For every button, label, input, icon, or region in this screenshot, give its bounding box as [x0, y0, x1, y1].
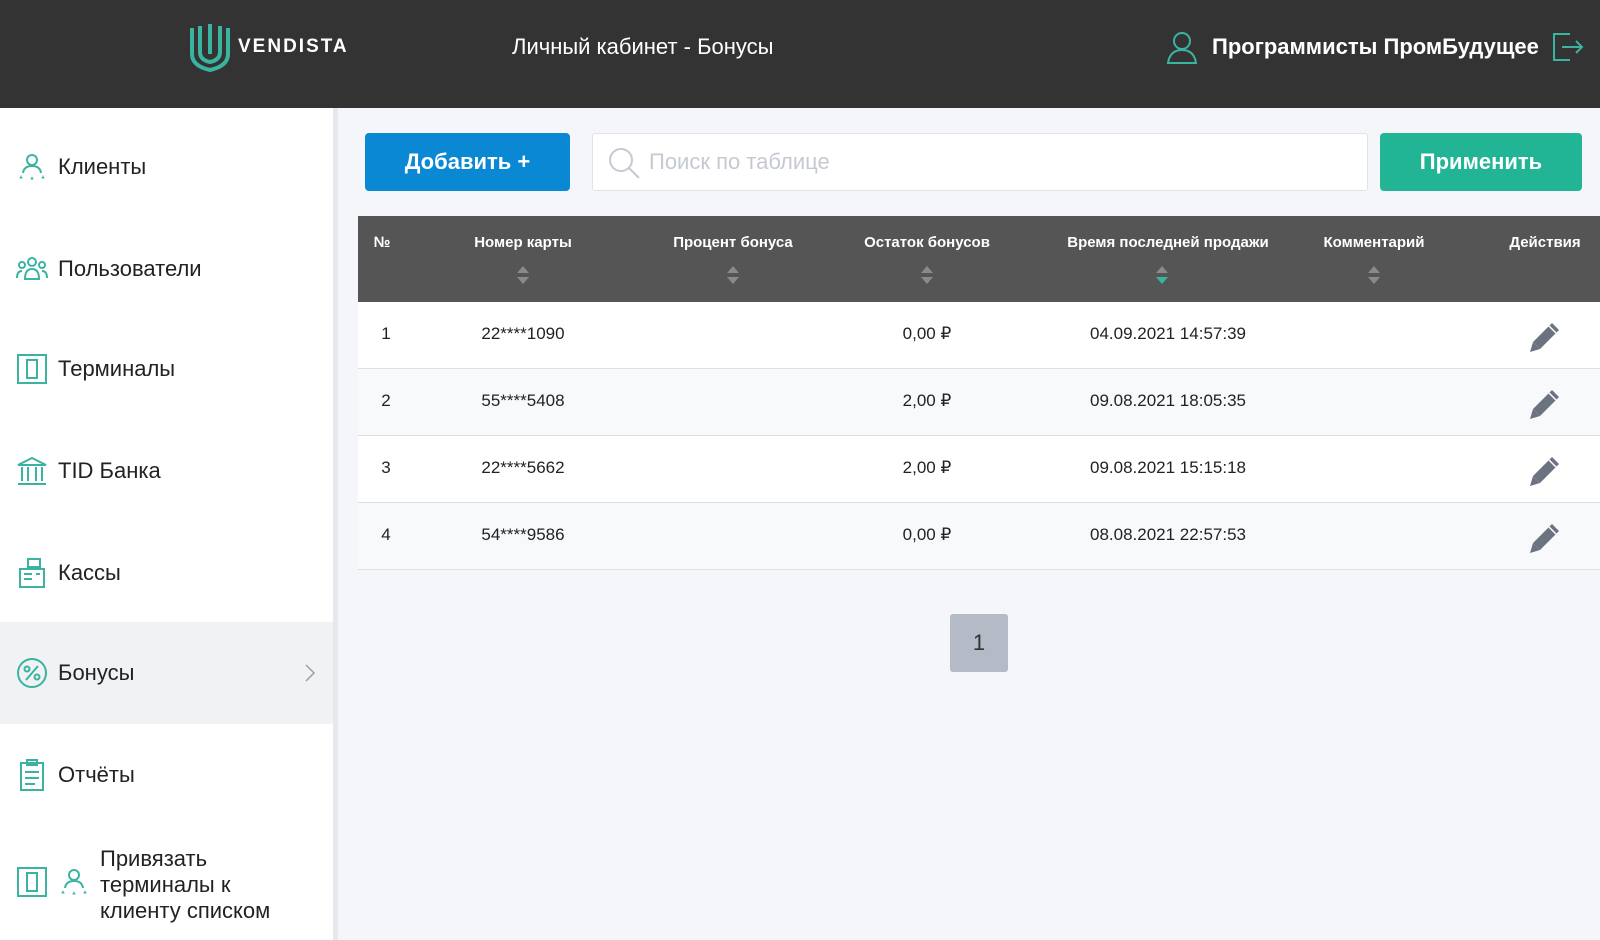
user-name[interactable]: Программисты ПромБудущее	[1212, 34, 1539, 60]
terminal-icon	[17, 354, 47, 384]
cell-last-sale: 08.08.2021 22:57:53	[1090, 525, 1246, 544]
user-icon	[1166, 32, 1198, 64]
sidebar-item-bind-terminals[interactable]: Привязать терминалы к клиенту списком	[0, 826, 333, 940]
sidebar-item-bonuses[interactable]: Бонусы	[0, 622, 333, 724]
edit-icon[interactable]	[1528, 320, 1562, 354]
cell-last-sale: 04.09.2021 14:57:39	[1090, 324, 1246, 343]
table-row: 3 22****5662 2,00 ₽ 09.08.2021 15:15:18	[358, 436, 1600, 503]
logo-mark-icon	[190, 24, 230, 72]
cell-balance: 2,00 ₽	[902, 458, 952, 477]
sidebar-item-label: TID Банка	[58, 458, 161, 483]
table-row: 4 54****9586 0,00 ₽ 08.08.2021 22:57:53	[358, 503, 1600, 570]
sort-icon[interactable]	[1367, 264, 1381, 286]
column-header-card[interactable]: Номер карты	[458, 234, 588, 251]
report-icon	[20, 759, 44, 791]
percent-icon	[17, 658, 47, 688]
cell-number: 2	[381, 391, 391, 410]
sidebar-item-label: Привязать терминалы к клиенту списком	[100, 846, 271, 923]
cell-last-sale: 09.08.2021 15:15:18	[1090, 458, 1246, 477]
add-button[interactable]: Добавить +	[365, 133, 570, 191]
cell-number: 3	[381, 458, 391, 477]
logo-text: VENDISTA	[238, 36, 349, 57]
cell-card: 54****9586	[481, 525, 565, 544]
edit-icon[interactable]	[1528, 521, 1562, 555]
table-row: 2 55****5408 2,00 ₽ 09.08.2021 18:05:35	[358, 369, 1600, 436]
sidebar-item-label: Отчёты	[58, 762, 135, 787]
sidebar-item-tid-bank[interactable]: TID Банка	[0, 420, 333, 522]
sidebar-item-label: Кассы	[58, 560, 121, 585]
table-row: 1 22****1090 0,00 ₽ 04.09.2021 14:57:39	[358, 302, 1600, 369]
column-header-balance[interactable]: Остаток бонусов	[852, 234, 1002, 251]
top-header: VENDISTA Личный кабинет - Бонусы Програм…	[0, 0, 1600, 108]
cell-card: 22****1090	[481, 324, 565, 343]
bonuses-table: № Номер карты Процент бонуса Остаток бон…	[358, 216, 1600, 570]
sidebar-item-label: Пользователи	[58, 256, 202, 281]
cell-balance: 0,00 ₽	[902, 324, 952, 343]
column-header-percent[interactable]: Процент бонуса	[658, 234, 808, 251]
logout-icon[interactable]	[1550, 30, 1584, 64]
column-header-comment[interactable]: Комментарий	[1314, 234, 1434, 251]
column-header-number: №	[373, 234, 391, 251]
vendista-logo[interactable]: VENDISTA	[188, 22, 349, 72]
apply-button[interactable]: Применить	[1380, 133, 1582, 191]
search-input[interactable]	[649, 134, 1349, 190]
pagination-page-button[interactable]: 1	[950, 614, 1008, 672]
cell-number: 1	[381, 324, 391, 343]
cash-register-icon	[19, 558, 45, 588]
search-box	[592, 133, 1368, 191]
cell-card: 55****5408	[481, 391, 565, 410]
sidebar-item-users[interactable]: Пользователи	[0, 218, 333, 320]
cell-card: 22****5662	[481, 458, 565, 477]
terminal-icon	[17, 867, 47, 897]
sidebar: Клиенты Пользователи Терминалы TID Банка	[0, 108, 338, 940]
sort-icon[interactable]	[516, 264, 530, 286]
page-title: Личный кабинет - Бонусы	[512, 34, 774, 59]
sort-icon[interactable]	[726, 264, 740, 286]
cell-balance: 2,00 ₽	[902, 391, 952, 410]
table-header: № Номер карты Процент бонуса Остаток бон…	[358, 216, 1600, 302]
sidebar-item-clients[interactable]: Клиенты	[0, 116, 333, 218]
sidebar-item-cash-registers[interactable]: Кассы	[0, 522, 333, 624]
column-header-last-sale[interactable]: Время последней продажи	[1058, 234, 1278, 251]
sidebar-item-terminals[interactable]: Терминалы	[0, 318, 333, 420]
column-header-actions: Действия	[1509, 234, 1581, 251]
users-icon	[16, 257, 48, 280]
cell-number: 4	[381, 525, 391, 544]
sort-desc-icon[interactable]	[1155, 264, 1169, 286]
cell-last-sale: 09.08.2021 18:05:35	[1090, 391, 1246, 410]
chevron-right-icon	[305, 664, 316, 682]
bank-icon	[17, 456, 47, 485]
cell-balance: 0,00 ₽	[902, 525, 952, 544]
clients-icon	[61, 869, 87, 895]
edit-icon[interactable]	[1528, 454, 1562, 488]
search-icon	[609, 148, 640, 179]
sidebar-item-label: Терминалы	[58, 356, 176, 381]
sidebar-item-label: Бонусы	[58, 660, 135, 685]
clients-icon	[19, 154, 45, 180]
sort-icon[interactable]	[920, 264, 934, 286]
sidebar-item-reports[interactable]: Отчёты	[0, 724, 333, 826]
sidebar-item-label: Клиенты	[58, 154, 147, 179]
edit-icon[interactable]	[1528, 387, 1562, 421]
